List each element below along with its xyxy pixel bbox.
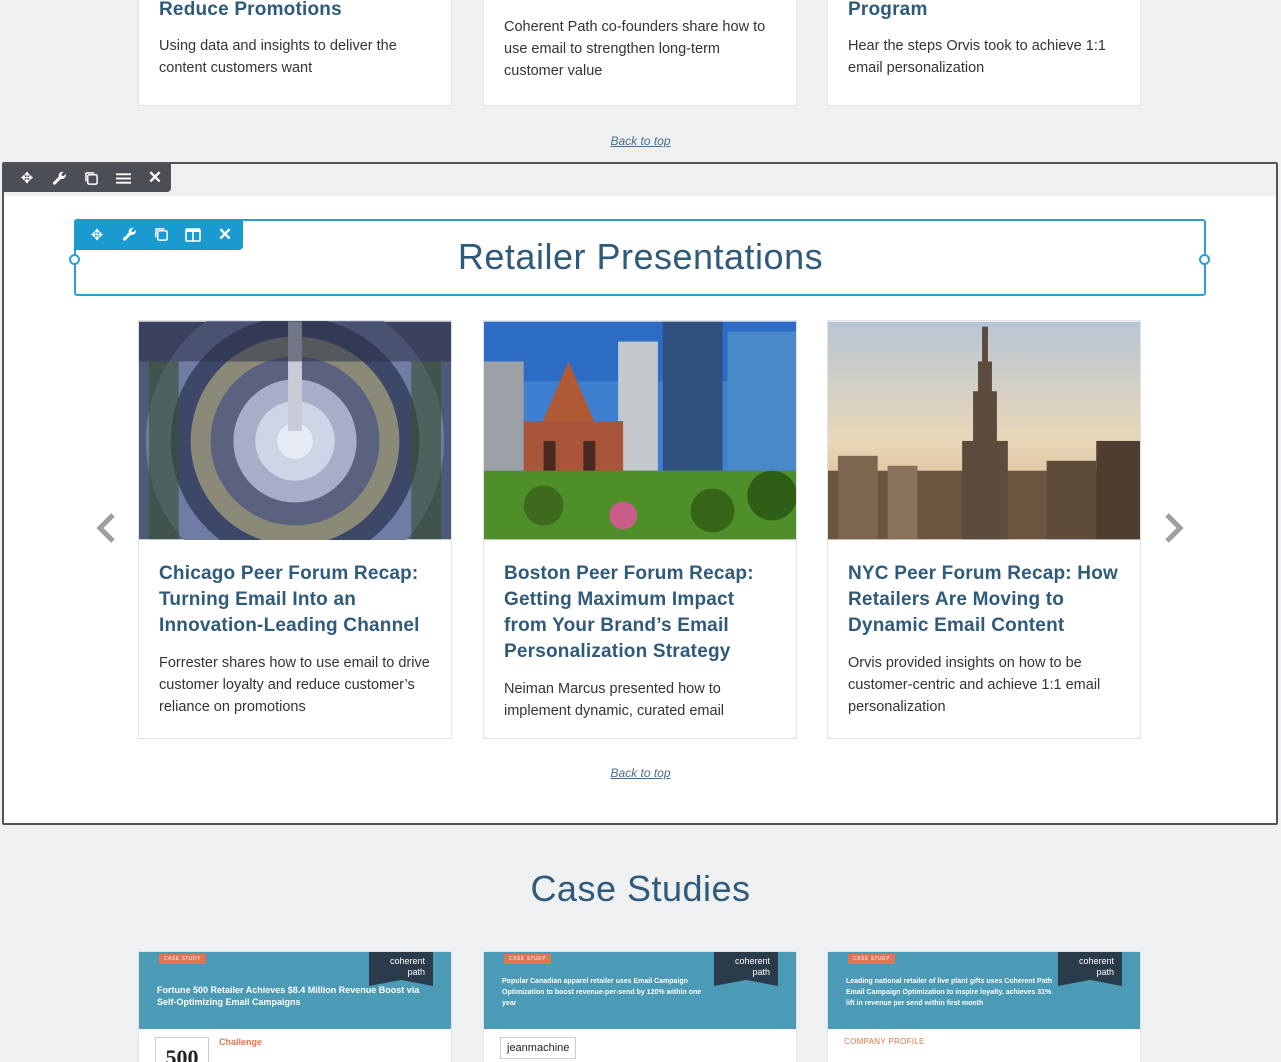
coherent-path-logo: coherent path xyxy=(369,952,433,986)
section-heading: Case Studies xyxy=(530,868,751,909)
presentation-card-title[interactable]: NYC Peer Forum Recap: How Retailers Are … xyxy=(848,561,1120,639)
close-icon[interactable]: ✕ xyxy=(139,164,171,192)
post-card-desc: Using data and insights to deliver the c… xyxy=(159,38,397,76)
post-card-title[interactable]: Program xyxy=(848,0,1120,23)
presentation-card[interactable]: NYC Peer Forum Recap: How Retailers Are … xyxy=(827,320,1141,739)
post-card-title[interactable]: Reduce Promotions xyxy=(159,0,431,23)
presentation-card-title[interactable]: Boston Peer Forum Recap: Getting Maximum… xyxy=(504,561,776,665)
case-study-tag: CASE STUDY xyxy=(504,954,551,964)
post-card[interactable]: Reduce Promotions Using data and insight… xyxy=(138,0,452,106)
back-to-top-link[interactable]: Back to top xyxy=(0,134,1281,148)
case-study-tag: CASE STUDY xyxy=(848,954,895,964)
post-card-desc: Coherent Path co-founders share how to u… xyxy=(504,19,766,79)
case-study-lower: 500 Challenge xyxy=(139,1029,451,1062)
case-study-lower: jeanmachine xyxy=(484,1029,796,1062)
case-study-card[interactable]: CASE STUDY coherent path Leading national… xyxy=(827,951,1141,1062)
card-image-particle-detector[interactable] xyxy=(139,321,451,540)
duplicate-icon[interactable] xyxy=(75,164,107,192)
move-icon[interactable]: ✥ xyxy=(11,164,43,192)
case-study-card[interactable]: CASE STUDY coherent path Popular Canadian… xyxy=(483,951,797,1062)
case-study-lower: COMPANY PROFILE xyxy=(828,1029,1140,1054)
section-heading: Retailer Presentations xyxy=(457,236,824,277)
case-study-lower-label: Challenge xyxy=(219,1037,263,1047)
case-study-headline: Fortune 500 Retailer Achieves $8.4 Milli… xyxy=(157,985,420,1007)
card-image-nyc-skyline[interactable] xyxy=(828,321,1140,540)
wrench-icon[interactable] xyxy=(43,164,75,192)
card-image-boston-church[interactable] xyxy=(484,321,796,540)
back-to-top-link[interactable]: Back to top xyxy=(0,766,1281,780)
menu-icon[interactable] xyxy=(107,164,139,192)
fortune-500-logo: 500 xyxy=(155,1037,209,1062)
presentation-card-desc: Forrester shares how to use email to dri… xyxy=(159,655,430,715)
presentation-card-desc: Neiman Marcus presented how to implement… xyxy=(504,681,725,719)
coherent-path-logo: coherent path xyxy=(1058,952,1122,986)
presentation-card[interactable]: Chicago Peer Forum Recap: Turning Email … xyxy=(138,320,452,739)
post-card[interactable]: Coherent Path co-founders share how to u… xyxy=(483,0,797,106)
case-study-card[interactable]: CASE STUDY coherent path Fortune 500 Reta… xyxy=(138,951,452,1062)
coherent-path-logo: coherent path xyxy=(714,952,778,986)
presentation-card-desc: Orvis provided insights on how to be cus… xyxy=(848,655,1101,715)
row-toolbar: ✥ ✕ xyxy=(3,164,171,192)
chevron-right-icon[interactable] xyxy=(1162,512,1186,544)
case-study-banner: CASE STUDY coherent path Popular Canadian… xyxy=(484,952,796,1029)
post-card[interactable]: Program Hear the steps Orvis took to ach… xyxy=(827,0,1141,106)
row-header-strip xyxy=(4,164,1276,196)
case-study-banner: CASE STUDY coherent path Fortune 500 Reta… xyxy=(139,952,451,1029)
chevron-left-icon[interactable] xyxy=(94,512,118,544)
presentation-card[interactable]: Boston Peer Forum Recap: Getting Maximum… xyxy=(483,320,797,739)
jeanmachine-logo: jeanmachine xyxy=(500,1037,577,1059)
post-card-desc: Hear the steps Orvis took to achieve 1:1… xyxy=(848,38,1106,76)
case-study-headline: Leading national retailer of live plant … xyxy=(846,978,1053,1007)
case-study-tag: CASE STUDY xyxy=(159,954,206,964)
case-study-headline: Popular Canadian apparel retailer uses E… xyxy=(502,978,702,1007)
case-study-banner: CASE STUDY coherent path Leading national… xyxy=(828,952,1140,1029)
presentation-card-title[interactable]: Chicago Peer Forum Recap: Turning Email … xyxy=(159,561,431,639)
case-study-lower-label: COMPANY PROFILE xyxy=(844,1037,925,1046)
